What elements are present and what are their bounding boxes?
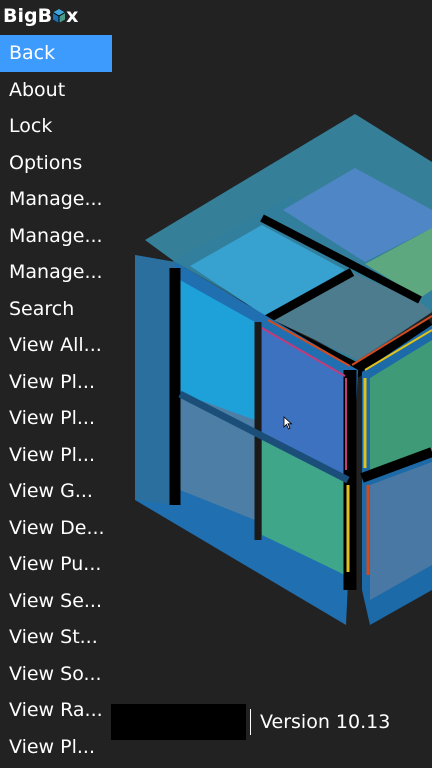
logo-text-big: Big (3, 5, 38, 27)
menu-item-view-ra[interactable]: View Ra... (0, 692, 112, 729)
bigbox-cube-icon (135, 114, 432, 625)
menu-item-view-pl-2[interactable]: View Pl... (0, 400, 112, 437)
bigbox-screen: Big B x Back About Lock Options Manage...… (0, 0, 432, 768)
menu-item-view-all[interactable]: View All... (0, 327, 112, 364)
menu-item-view-se[interactable]: View Se... (0, 583, 112, 620)
menu-item-view-pl-4[interactable]: View Pl... (0, 729, 112, 766)
main-menu: Back About Lock Options Manage... Manage… (0, 35, 112, 765)
menu-item-about[interactable]: About (0, 72, 112, 109)
bigbox-logo: Big B x (3, 4, 78, 28)
redacted-block (111, 704, 246, 740)
version-label: Version 10.13 (260, 711, 391, 733)
menu-item-lock[interactable]: Lock (0, 108, 112, 145)
cube-icon (51, 7, 67, 25)
menu-item-options[interactable]: Options (0, 145, 112, 182)
logo-text-x: x (66, 5, 79, 27)
menu-item-view-pl-1[interactable]: View Pl... (0, 364, 112, 401)
menu-item-view-pl-3[interactable]: View Pl... (0, 437, 112, 474)
menu-item-view-st[interactable]: View St... (0, 619, 112, 656)
menu-item-view-pu[interactable]: View Pu... (0, 546, 112, 583)
menu-item-view-g[interactable]: View G... (0, 473, 112, 510)
menu-item-manage-3[interactable]: Manage... (0, 254, 112, 291)
menu-item-view-de[interactable]: View De... (0, 510, 112, 547)
menu-item-manage-1[interactable]: Manage... (0, 181, 112, 218)
footer-divider (250, 709, 251, 735)
menu-item-manage-2[interactable]: Manage... (0, 218, 112, 255)
menu-item-view-so[interactable]: View So... (0, 656, 112, 693)
menu-item-back[interactable]: Back (0, 35, 112, 72)
logo-text-b: B (37, 5, 53, 27)
mouse-pointer-icon (283, 416, 293, 430)
menu-item-search[interactable]: Search (0, 291, 112, 328)
status-footer: Version 10.13 (111, 704, 390, 740)
